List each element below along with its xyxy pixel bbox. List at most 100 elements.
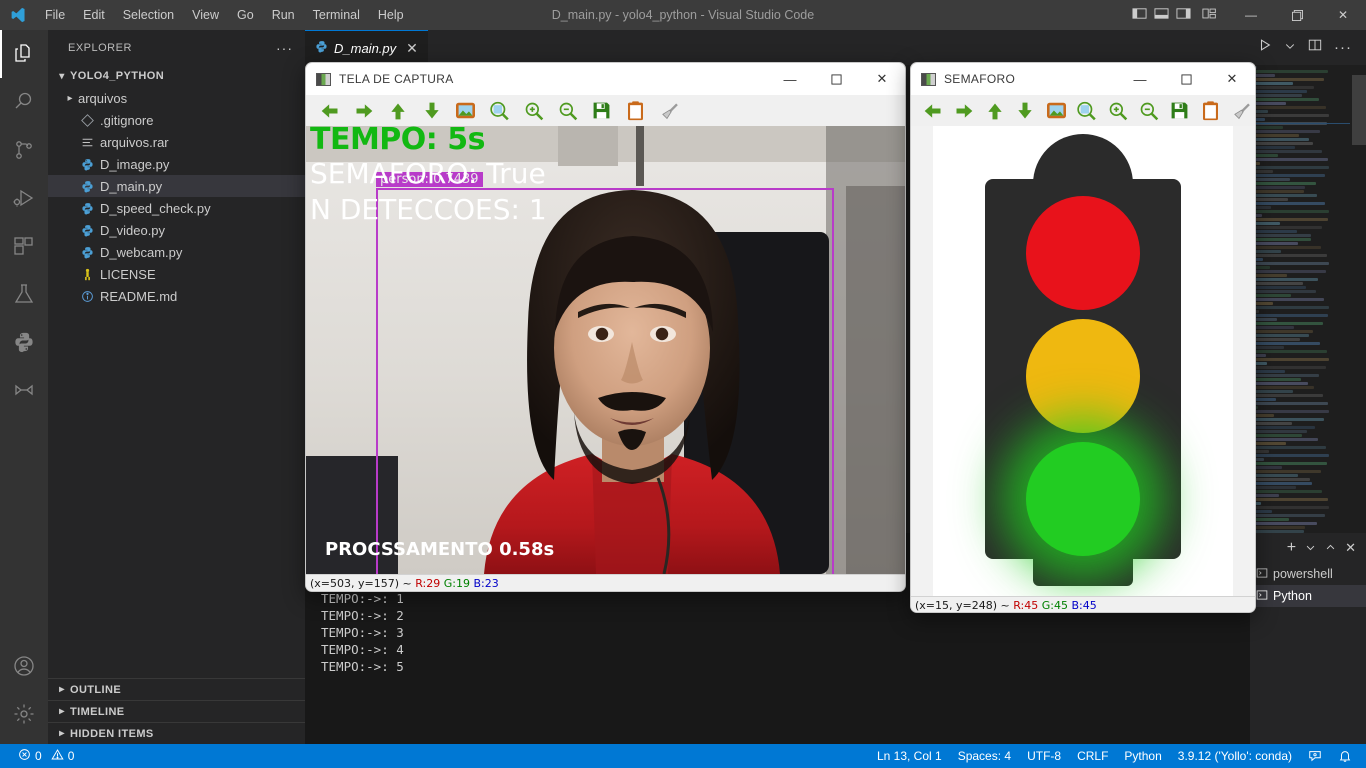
tab-d-main-py[interactable]: D_main.py ✕ — [305, 30, 428, 65]
capture-maximize-button[interactable] — [813, 63, 859, 95]
terminal-item-python[interactable]: Python — [1250, 585, 1366, 607]
semaforo-toolbar[interactable] — [911, 95, 1255, 126]
activity-extensions-icon[interactable] — [0, 222, 48, 270]
tab-close-icon[interactable]: ✕ — [406, 40, 418, 57]
zoom-in-icon[interactable] — [518, 97, 549, 124]
semaforo-window-titlebar[interactable]: SEMAFORO — ✕ — [911, 63, 1255, 95]
activity-source-control-icon[interactable] — [0, 126, 48, 174]
panel-right-icon[interactable] — [1176, 6, 1191, 24]
tree-item-d-image-py[interactable]: D_image.py — [48, 153, 305, 175]
section-outline[interactable]: ▸ OUTLINE — [48, 678, 305, 700]
capture-window-titlebar[interactable]: TELA DE CAPTURA — ✕ — [306, 63, 905, 95]
close-panel-icon[interactable]: ✕ — [1345, 540, 1356, 556]
image-icon[interactable] — [1042, 97, 1070, 124]
editor-scrollbar[interactable] — [1352, 65, 1366, 563]
tree-item-d-video-py[interactable]: D_video.py — [48, 219, 305, 241]
editor-minimap[interactable] — [1245, 65, 1350, 563]
zoom-fit-icon[interactable] — [484, 97, 515, 124]
tree-item-gitignore[interactable]: .gitignore — [48, 109, 305, 131]
tree-item-d-webcam-py[interactable]: D_webcam.py — [48, 241, 305, 263]
arrow-up-icon[interactable] — [981, 97, 1009, 124]
menu-selection[interactable]: Selection — [114, 0, 183, 30]
status-language-mode[interactable]: Python — [1116, 744, 1169, 768]
activity-search-icon[interactable] — [0, 78, 48, 126]
capture-image-canvas[interactable]: person: 0.7439 TEMPO: 5s SEMAFORO: True … — [306, 126, 905, 574]
arrow-down-icon[interactable] — [1011, 97, 1039, 124]
copy-icon[interactable] — [620, 97, 651, 124]
window-maximize-button[interactable] — [1274, 0, 1320, 30]
zoom-in-icon[interactable] — [1104, 97, 1132, 124]
status-eol[interactable]: CRLF — [1069, 744, 1116, 768]
add-terminal-icon[interactable]: + — [1287, 539, 1296, 557]
capture-close-button[interactable]: ✕ — [859, 63, 905, 95]
menu-bar[interactable]: File Edit Selection View Go Run Terminal… — [36, 0, 413, 30]
section-timeline[interactable]: ▸ TIMELINE — [48, 700, 305, 722]
status-notifications-bell-icon[interactable] — [1330, 744, 1360, 768]
zoom-out-icon[interactable] — [552, 97, 583, 124]
activity-settings-gear-icon[interactable] — [0, 690, 48, 738]
semaforo-image-canvas[interactable] — [911, 126, 1255, 596]
tree-item-arquivos-rar[interactable]: arquivos.rar — [48, 131, 305, 153]
status-encoding[interactable]: UTF-8 — [1019, 744, 1069, 768]
chevron-down-icon[interactable] — [1284, 39, 1296, 57]
activity-run-debug-icon[interactable] — [0, 174, 48, 222]
window-close-button[interactable]: ✕ — [1320, 0, 1366, 30]
explorer-more-actions-icon[interactable]: ··· — [276, 40, 293, 56]
arrow-left-icon[interactable] — [919, 97, 947, 124]
status-feedback-icon[interactable] — [1300, 744, 1330, 768]
save-icon[interactable] — [1166, 97, 1194, 124]
activity-explorer-icon[interactable] — [0, 30, 48, 78]
zoom-out-icon[interactable] — [1135, 97, 1163, 124]
panel-bottom-icon[interactable] — [1154, 6, 1169, 24]
menu-go[interactable]: Go — [228, 0, 263, 30]
copy-icon[interactable] — [1196, 97, 1224, 124]
menu-file[interactable]: File — [36, 0, 74, 30]
tree-item-d-main-py[interactable]: D_main.py — [48, 175, 305, 197]
arrow-right-icon[interactable] — [950, 97, 978, 124]
tree-item-arquivos[interactable]: ▸ arquivos — [48, 87, 305, 109]
tree-item-d-speed-check-py[interactable]: D_speed_check.py — [48, 197, 305, 219]
semaforo-minimize-button[interactable]: — — [1117, 63, 1163, 95]
activity-accounts-icon[interactable] — [0, 642, 48, 690]
menu-terminal[interactable]: Terminal — [304, 0, 369, 30]
menu-edit[interactable]: Edit — [74, 0, 114, 30]
arrow-left-icon[interactable] — [314, 97, 345, 124]
window-minimize-button[interactable]: — — [1228, 0, 1274, 30]
status-indentation[interactable]: Spaces: 4 — [950, 744, 1019, 768]
tree-item-license[interactable]: LICENSE — [48, 263, 305, 285]
arrow-up-icon[interactable] — [382, 97, 413, 124]
split-editor-icon[interactable] — [1308, 38, 1322, 57]
capture-window[interactable]: TELA DE CAPTURA — ✕ person: 0.7439 TEMPO… — [305, 62, 906, 592]
scrollbar-thumb[interactable] — [1352, 75, 1366, 145]
terminal-item-powershell[interactable]: powershell — [1250, 563, 1366, 585]
arrow-down-icon[interactable] — [416, 97, 447, 124]
arrow-right-icon[interactable] — [348, 97, 379, 124]
more-actions-icon[interactable]: ··· — [1334, 39, 1352, 56]
capture-toolbar[interactable] — [306, 95, 905, 126]
capture-minimize-button[interactable]: — — [767, 63, 813, 95]
menu-run[interactable]: Run — [263, 0, 304, 30]
save-icon[interactable] — [586, 97, 617, 124]
image-icon[interactable] — [450, 97, 481, 124]
semaforo-close-button[interactable]: ✕ — [1209, 63, 1255, 95]
brush-icon[interactable] — [1227, 97, 1255, 124]
status-cursor-position[interactable]: Ln 13, Col 1 — [869, 744, 950, 768]
file-tree[interactable]: ▾ YOLO4_PYTHON ▸ arquivos .gitignore arq… — [48, 65, 305, 307]
semaforo-maximize-button[interactable] — [1163, 63, 1209, 95]
menu-view[interactable]: View — [183, 0, 228, 30]
chevron-up-icon[interactable] — [1325, 541, 1336, 556]
panel-left-icon[interactable] — [1132, 6, 1147, 24]
activity-python-icon[interactable] — [0, 318, 48, 366]
tree-item-readme-md[interactable]: README.md — [48, 285, 305, 307]
status-python-interpreter[interactable]: 3.9.12 ('Yollo': conda) — [1170, 744, 1300, 768]
brush-icon[interactable] — [654, 97, 685, 124]
status-problems[interactable]: 0 0 — [10, 744, 82, 768]
layout-icon[interactable] — [1198, 6, 1218, 24]
semaforo-window[interactable]: SEMAFORO — ✕ (x=15, y=248) ~ R:45 G:45 B… — [910, 62, 1256, 613]
run-python-file-icon[interactable] — [1258, 38, 1272, 57]
section-hidden-items[interactable]: ▸ HIDDEN ITEMS — [48, 722, 305, 744]
activity-testing-icon[interactable] — [0, 270, 48, 318]
activity-remote-icon[interactable] — [0, 366, 48, 414]
zoom-fit-icon[interactable] — [1073, 97, 1101, 124]
chevron-down-icon[interactable] — [1305, 541, 1316, 556]
